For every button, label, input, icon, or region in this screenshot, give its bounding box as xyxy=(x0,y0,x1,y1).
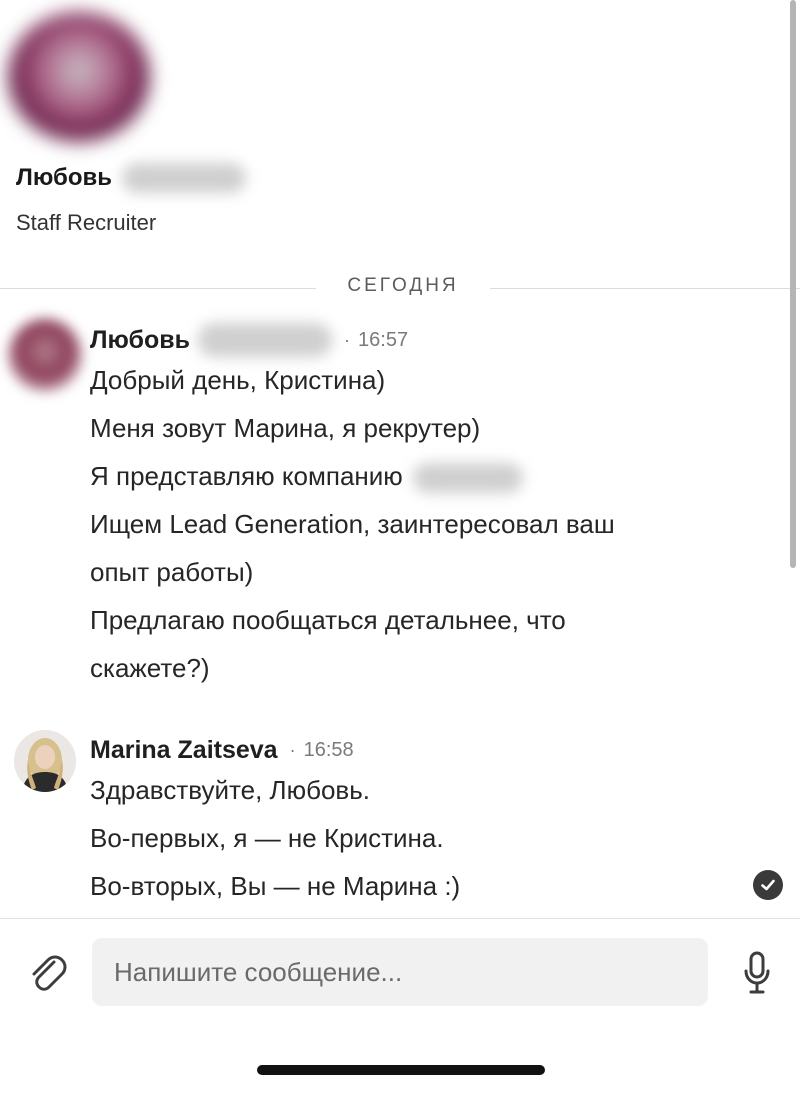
message-body: Добрый день, Кристина) Меня зовут Марина… xyxy=(90,362,780,698)
message-line: Здравствуйте, Любовь. xyxy=(90,775,371,805)
profile-name: Любовь xyxy=(16,164,113,191)
separator-dot: · xyxy=(289,739,296,760)
date-divider-label: СЕГОДНЯ xyxy=(347,275,459,296)
sender-name[interactable]: Любовь xyxy=(90,326,190,355)
divider-line-left xyxy=(0,288,316,289)
redacted-surname xyxy=(122,163,247,193)
paperclip-icon[interactable] xyxy=(24,950,68,994)
redacted-company xyxy=(412,463,523,494)
message-line: опыт работы) xyxy=(90,557,254,587)
separator-dot: · xyxy=(344,329,351,350)
divider-line-right xyxy=(490,288,800,289)
message-line: Меня зовут Марина, я рекрутер) xyxy=(90,413,481,443)
sender-avatar[interactable] xyxy=(8,318,82,392)
read-receipt-check-icon xyxy=(753,870,783,900)
message-line: Предлагаю пообщаться детальнее, что xyxy=(90,605,566,635)
sender-avatar[interactable] xyxy=(14,730,76,792)
message-time: 16:57 xyxy=(358,328,409,351)
microphone-icon[interactable] xyxy=(742,950,772,996)
message-line: Во-вторых, Вы — не Марина :) xyxy=(90,871,461,901)
message-time: 16:58 xyxy=(303,738,354,761)
profile-name-row: Любовь xyxy=(16,162,247,194)
redacted-surname xyxy=(198,323,333,357)
profile-avatar[interactable] xyxy=(8,12,150,142)
sender-name[interactable]: Marina Zaitseva xyxy=(90,736,278,765)
scrollbar-thumb[interactable] xyxy=(790,0,796,568)
message-input[interactable] xyxy=(92,938,708,1006)
message-line-with-redaction: Я представляю компанию xyxy=(90,458,780,494)
message-line: Ищем Lead Generation, заинтересовал ваш xyxy=(90,509,615,539)
message-line: Во-первых, я — не Кристина. xyxy=(90,823,444,853)
message-body: Здравствуйте, Любовь. Во-первых, я — не … xyxy=(90,772,780,916)
date-divider: СЕГОДНЯ xyxy=(0,272,800,304)
message-line: Добрый день, Кристина) xyxy=(90,365,386,395)
avatar-photo xyxy=(14,730,76,792)
message-header: Marina Zaitseva · 16:58 xyxy=(90,732,354,768)
home-indicator[interactable] xyxy=(257,1065,545,1075)
composer-divider xyxy=(0,918,800,919)
message-header: Любовь · 16:57 xyxy=(90,322,408,358)
message-line: скажете?) xyxy=(90,653,210,683)
message-line-text: Я представляю компанию xyxy=(90,461,403,491)
profile-role: Staff Recruiter xyxy=(16,210,157,235)
